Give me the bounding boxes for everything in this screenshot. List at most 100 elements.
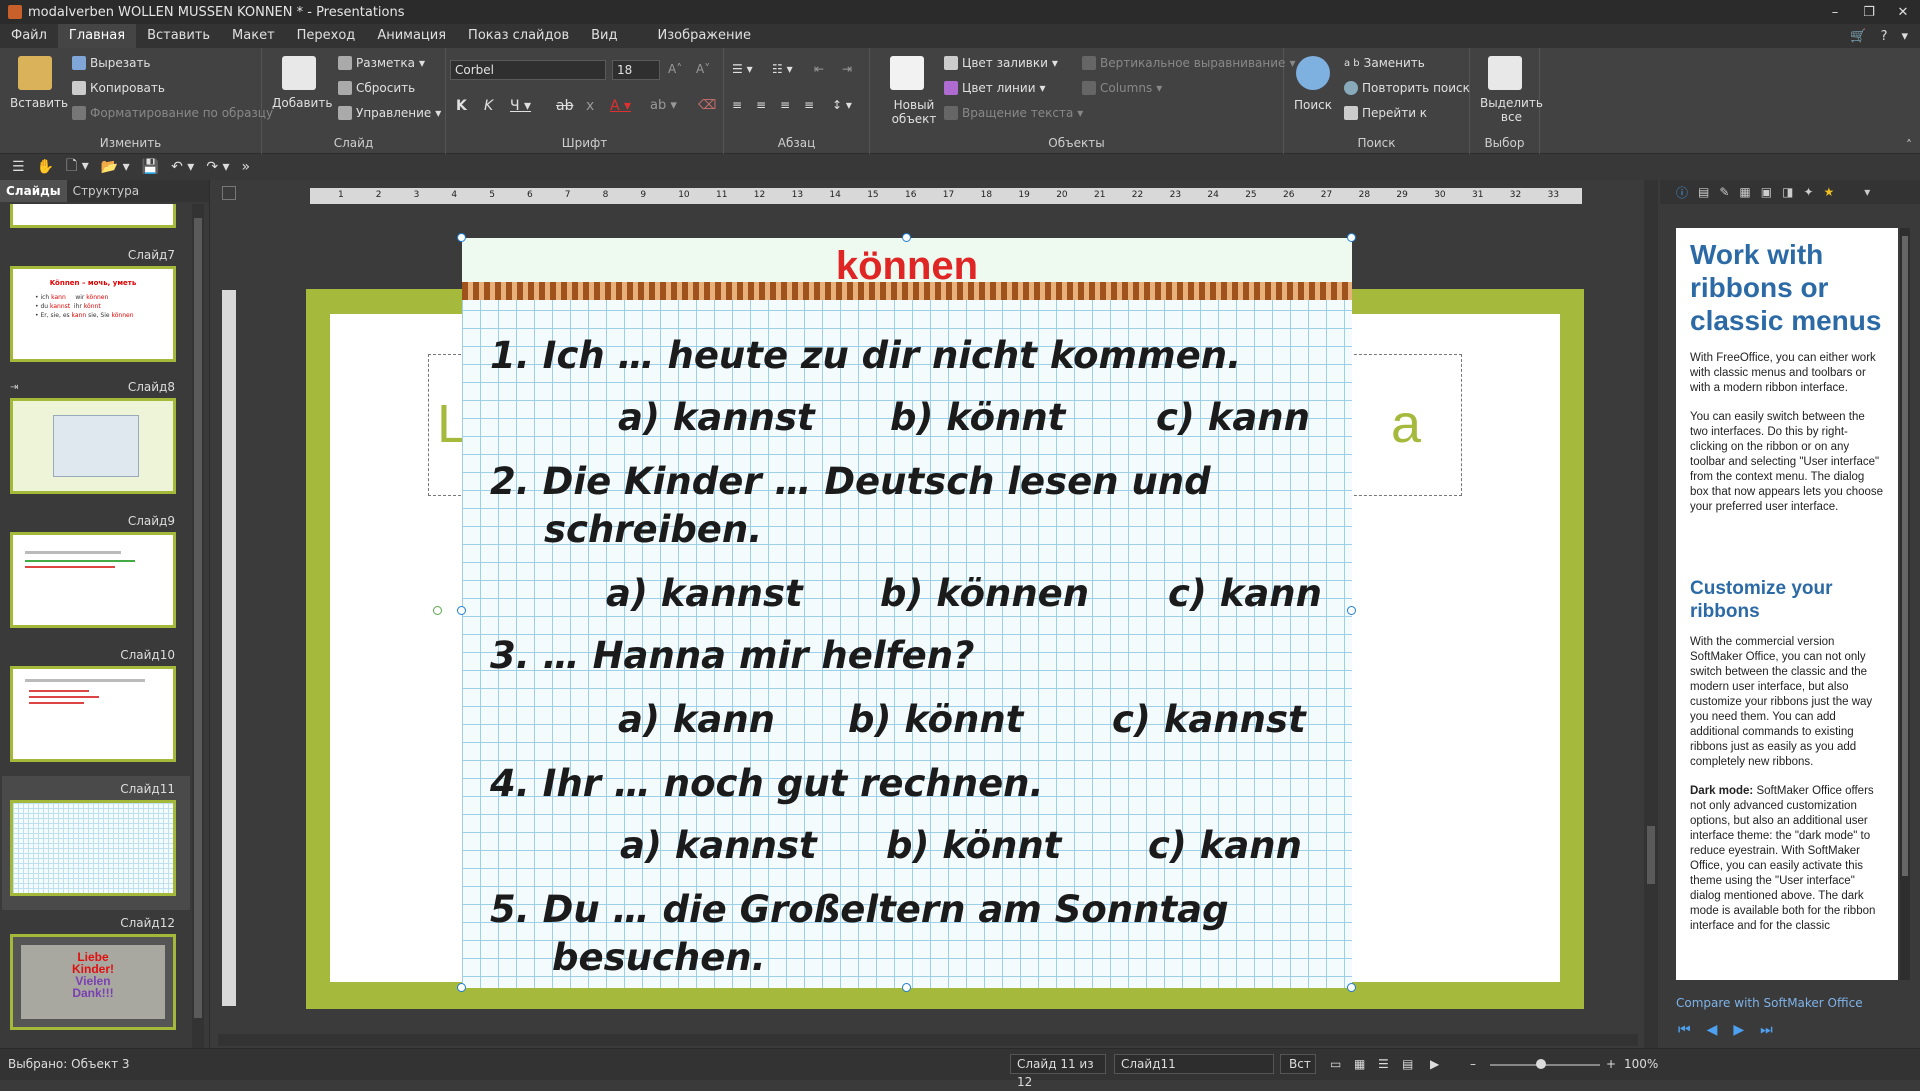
close-button[interactable]: ✕ <box>1886 0 1920 24</box>
paste-button[interactable]: Вставить <box>10 96 68 110</box>
slide-thumbnail-8[interactable] <box>10 398 176 494</box>
layout-button[interactable]: Разметка ▾ <box>338 56 425 70</box>
tab-structure[interactable]: Структура <box>67 180 145 202</box>
cart-icon[interactable]: 🛒 <box>1850 29 1866 44</box>
slide-thumbnail-10[interactable] <box>10 666 176 762</box>
menu-image[interactable]: Изображение <box>646 24 761 48</box>
open-file-icon[interactable]: 📂 ▾ <box>101 159 130 175</box>
indent-icon[interactable]: ⇥ <box>842 62 852 76</box>
new-file-icon[interactable]: 🗋 ▾ <box>66 155 89 179</box>
italic-button[interactable]: K <box>484 98 493 114</box>
resize-handle-t[interactable] <box>902 233 911 242</box>
reset-button[interactable]: Сбросить <box>338 81 415 95</box>
highlight-icon[interactable]: ab ▾ <box>650 98 677 113</box>
outline-view-icon[interactable]: ☰ <box>1378 1057 1389 1071</box>
format-painter-button[interactable]: Форматирование по образцу <box>72 106 273 120</box>
prev-page-icon[interactable]: ◀ <box>1707 1022 1718 1038</box>
control-button[interactable]: Управление ▾ <box>338 106 441 120</box>
slide-thumbnail-7[interactable]: Können – мочь, уметь • ich kann wir könn… <box>10 266 176 362</box>
zoom-level[interactable]: 100% <box>1624 1057 1658 1071</box>
zoom-out-icon[interactable]: – <box>1470 1057 1476 1071</box>
add-slide-button[interactable]: Добавить <box>272 96 332 110</box>
redo-icon[interactable]: ↷ ▾ <box>206 159 229 175</box>
shrink-font-icon[interactable]: A˅ <box>696 62 710 76</box>
goto-button[interactable]: Перейти к <box>1344 106 1427 120</box>
vertical-align-button[interactable]: Вертикальное выравнивание ▾ <box>1082 56 1295 70</box>
canvas-scrollbar-horizontal[interactable] <box>218 1034 1638 1046</box>
columns-button[interactable]: Columns ▾ <box>1082 81 1162 95</box>
align-left-icon[interactable]: ≡ <box>732 98 742 112</box>
effects-icon[interactable]: ✦ <box>1803 185 1813 199</box>
zoom-slider[interactable] <box>1490 1059 1600 1069</box>
resize-handle-l[interactable] <box>457 606 466 615</box>
compare-link[interactable]: Compare with SoftMaker Office <box>1676 996 1863 1010</box>
help-scrollbar[interactable] <box>1900 228 1910 980</box>
hamburger-icon[interactable]: ☰ <box>12 159 25 175</box>
outdent-icon[interactable]: ⇤ <box>814 62 824 76</box>
worksheet-image[interactable]: können 1. Ich … heute zu dir nicht komme… <box>462 238 1352 988</box>
first-page-icon[interactable]: ⏮ <box>1678 1022 1691 1038</box>
layout-panel-icon[interactable]: ▦ <box>1739 185 1750 199</box>
slide-thumbnail-11[interactable] <box>10 800 176 896</box>
resize-handle-b[interactable] <box>902 983 911 992</box>
font-size-combo[interactable]: 18 <box>612 60 660 80</box>
help-icon[interactable]: ? <box>1881 29 1888 44</box>
slide-icon[interactable]: ◨ <box>1782 185 1793 199</box>
rotate-text-button[interactable]: Вращение текста ▾ <box>944 106 1083 120</box>
menu-layout[interactable]: Макет <box>221 24 286 48</box>
select-all-button[interactable]: Выделить все <box>1480 96 1543 124</box>
font-name-combo[interactable]: Corbel <box>450 60 606 80</box>
strikethrough-button[interactable]: ab <box>556 98 573 114</box>
tab-slides[interactable]: Слайды <box>0 180 67 202</box>
info-icon[interactable]: ⓘ <box>1676 184 1688 201</box>
line-spacing-icon[interactable]: ↕ ▾ <box>832 98 852 112</box>
bold-button[interactable]: K <box>456 98 467 114</box>
notes-view-icon[interactable]: ▤ <box>1402 1057 1413 1071</box>
underline-button[interactable]: Ч ▾ <box>510 98 531 114</box>
resize-handle-tr[interactable] <box>1347 233 1356 242</box>
font-color-button[interactable]: A ▾ <box>610 98 631 114</box>
horizontal-ruler[interactable]: 1 2 3 4 5 6 7 8 9 10 11 12 13 14 15 16 17 18 19 20 21 22 23 24 2… <box>310 188 1582 204</box>
fill-color-button[interactable]: Цвет заливки ▾ <box>944 56 1058 70</box>
resize-handle-br[interactable] <box>1347 983 1356 992</box>
options-icon[interactable]: ▾ <box>1901 29 1908 44</box>
resize-handle-bl[interactable] <box>457 983 466 992</box>
align-center-icon[interactable]: ≡ <box>756 98 766 112</box>
clear-format-icon[interactable]: x <box>586 98 594 114</box>
slide-thumbnail-12[interactable]: Liebe Kinder! Vielen Dank!!! <box>10 934 176 1030</box>
slides-scrollbar[interactable] <box>192 204 204 1050</box>
picture-icon[interactable]: ▣ <box>1761 185 1772 199</box>
rotation-handle[interactable] <box>433 606 442 615</box>
menu-transition[interactable]: Переход <box>286 24 367 48</box>
object-properties-icon[interactable]: ▤ <box>1698 185 1709 199</box>
favorites-icon[interactable]: ★ <box>1824 185 1835 199</box>
restore-button[interactable]: ❐ <box>1852 0 1886 24</box>
copy-button[interactable]: Копировать <box>72 81 165 95</box>
touch-mode-icon[interactable]: ✋ <box>37 159 54 175</box>
menu-animation[interactable]: Анимация <box>366 24 457 48</box>
eraser-icon[interactable]: ⌫ <box>698 98 716 113</box>
search-button[interactable]: Поиск <box>1294 98 1332 112</box>
collapse-ribbon-icon[interactable]: ˄ <box>1906 138 1912 152</box>
zoom-in-icon[interactable]: + <box>1606 1057 1616 1071</box>
normal-view-icon[interactable]: ▭ <box>1330 1057 1341 1071</box>
last-page-icon[interactable]: ⏭ <box>1760 1022 1773 1038</box>
next-page-icon[interactable]: ▶ <box>1733 1022 1744 1038</box>
slide-thumbnail-6[interactable] <box>10 204 176 228</box>
line-color-button[interactable]: Цвет линии ▾ <box>944 81 1046 95</box>
align-right-icon[interactable]: ≡ <box>780 98 790 112</box>
grow-font-icon[interactable]: A˄ <box>668 62 682 76</box>
justify-icon[interactable]: ≡ <box>804 98 814 112</box>
slideshow-icon[interactable]: ▶ <box>1430 1057 1439 1071</box>
sidebar-menu-icon[interactable]: ▾ <box>1864 185 1870 199</box>
cut-button[interactable]: Вырезать <box>72 56 151 70</box>
new-object-button[interactable]: Новый объект <box>884 98 944 126</box>
resize-handle-r[interactable] <box>1347 606 1356 615</box>
slide-thumbnail-9[interactable] <box>10 532 176 628</box>
minimize-button[interactable]: – <box>1818 0 1852 24</box>
resize-handle-tl[interactable] <box>457 233 466 242</box>
replace-button[interactable]: a b Заменить <box>1344 56 1425 70</box>
numbering-icon[interactable]: ☷ ▾ <box>772 62 793 76</box>
menu-view[interactable]: Вид <box>580 24 628 48</box>
menu-file[interactable]: Файл <box>0 24 58 48</box>
